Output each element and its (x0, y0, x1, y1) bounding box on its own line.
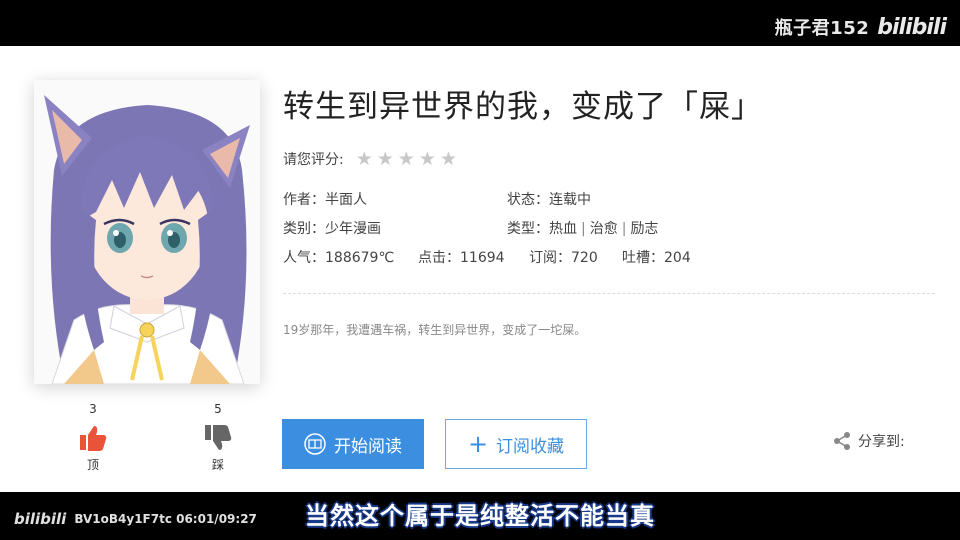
comment-stat: 吐槽：204 (622, 250, 691, 266)
comic-detail-page: 3 顶 5 踩 转生到异世界的我，变成了「屎」 请您评分: ★★★★★ 作者：半… (0, 46, 960, 492)
genre-link[interactable]: 励志 (630, 221, 658, 237)
genre-prefix: 类型： (507, 221, 549, 237)
comic-description: 19岁那年，我遭遇车祸，转生到异世界，变成了一坨屎。 (283, 323, 587, 337)
video-subtitle: 当然这个属于是纯整活不能当真 (305, 502, 655, 530)
rating-stars[interactable]: ★★★★★ (356, 148, 461, 170)
click-stat: 点击：11694 (418, 250, 505, 266)
thumbs-up-icon (80, 426, 107, 451)
genre-separator: | (581, 221, 586, 237)
upvote-button[interactable]: 3 顶 (63, 402, 123, 473)
category-info: 类别：少年漫画 (283, 221, 381, 237)
book-icon (304, 433, 326, 455)
uploader-name: 瓶子君152 (774, 18, 870, 39)
genre-link[interactable]: 热血 (549, 221, 577, 237)
subscribe-favorite-button[interactable]: + 订阅收藏 (445, 419, 587, 469)
rating-label: 请您评分: (283, 152, 344, 168)
upvote-count: 3 (89, 402, 97, 416)
start-reading-button[interactable]: 开始阅读 (282, 419, 424, 469)
comic-title: 转生到异世界的我，变成了「屎」 (283, 89, 763, 125)
thumbs-down-icon (205, 425, 232, 450)
rating-row: 请您评分: ★★★★★ (283, 148, 461, 170)
subscribe-favorite-label: 订阅收藏 (496, 436, 565, 457)
video-top-bar: 瓶子君152 bilibili (0, 0, 960, 46)
genre-separator: | (621, 221, 627, 237)
upvote-label: 顶 (86, 458, 99, 472)
downvote-count: 5 (214, 402, 222, 416)
author-info: 作者：半面人 (283, 192, 367, 208)
subscription-stat: 订阅：720 (529, 250, 598, 266)
plus-icon: + (467, 430, 489, 458)
uploader-watermark: 瓶子君152 bilibili (774, 14, 947, 40)
downvote-label: 踩 (211, 458, 224, 472)
start-reading-label: 开始阅读 (334, 436, 402, 457)
genre-link[interactable]: 治愈 (590, 221, 618, 237)
popularity-stat: 人气：188679℃ (283, 250, 395, 266)
share-button[interactable]: 分享到: (832, 431, 905, 451)
catgirl-illustration (34, 80, 260, 384)
comic-cover-image[interactable] (34, 80, 260, 384)
status-info: 状态：连载中 (507, 192, 591, 208)
section-divider (283, 293, 935, 294)
share-icon (834, 432, 850, 450)
genre-info: 类型：热血 | 治愈 | 励志 (507, 218, 658, 238)
downvote-button[interactable]: 5 踩 (188, 402, 248, 473)
bilibili-logo: bilibili (877, 14, 947, 40)
share-label: 分享到: (858, 434, 905, 450)
